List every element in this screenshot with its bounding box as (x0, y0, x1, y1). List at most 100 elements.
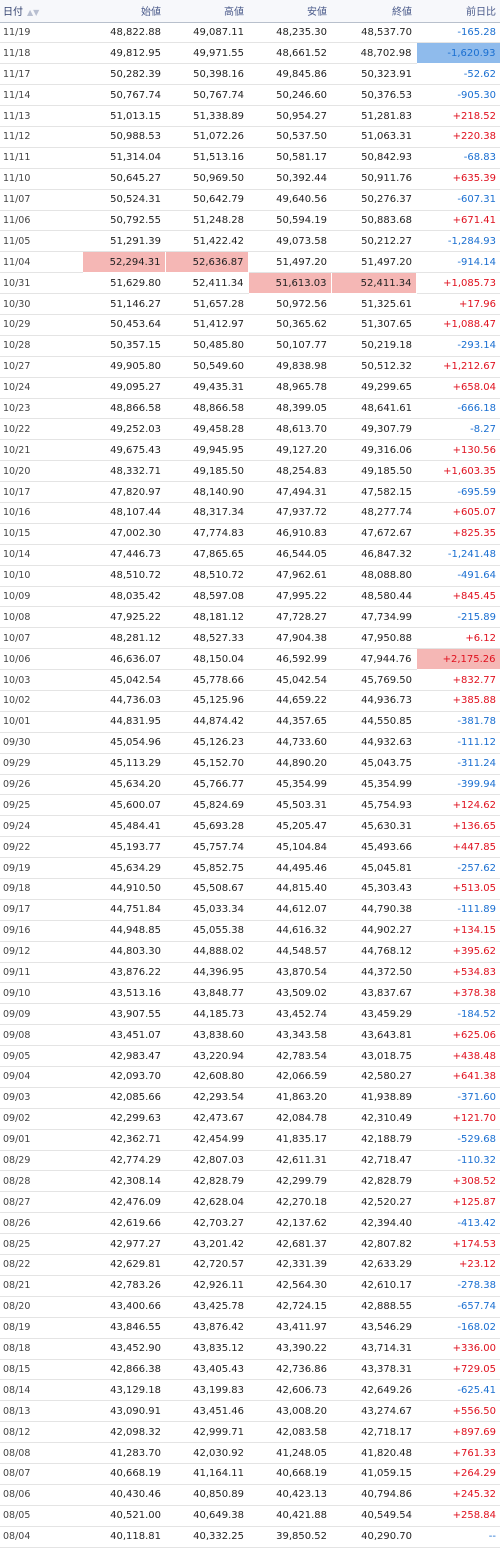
high-cell: 49,435.31 (165, 377, 248, 399)
low-cell: 42,084.78 (248, 1108, 331, 1130)
open-cell: 44,910.50 (82, 878, 165, 900)
open-cell: 42,098.32 (82, 1421, 165, 1444)
table-row: 08/04 40,118.81 40,332.25 39,850.52 40,290.7… (0, 1526, 500, 1548)
high-cell: 44,874.42 (165, 711, 248, 733)
high-cell: 50,485.80 (165, 335, 248, 357)
change-cell: -666.18 (416, 398, 500, 420)
close-cell: 49,185.50 (331, 460, 416, 483)
table-row: 10/20 48,332.71 49,185.50 48,254.83 49,185.5… (0, 460, 500, 483)
change-cell: -- (416, 1526, 500, 1548)
date-cell: 08/05 (0, 1505, 82, 1527)
change-cell: +447.85 (416, 836, 500, 859)
date-cell: 08/21 (0, 1275, 82, 1297)
table-row: 09/09 43,907.55 44,185.73 43,452.74 43,459.2… (0, 1003, 500, 1026)
date-cell: 11/14 (0, 84, 82, 107)
close-cell: 50,212.27 (331, 230, 416, 253)
table-row: 10/10 48,510.72 48,510.72 47,962.61 48,088.8… (0, 565, 500, 587)
open-cell: 45,634.29 (82, 857, 165, 880)
date-cell: 11/19 (0, 22, 82, 44)
change-cell: -529.68 (416, 1129, 500, 1151)
date-cell: 10/27 (0, 356, 82, 378)
date-cell: 10/24 (0, 377, 82, 399)
date-cell: 10/09 (0, 586, 82, 608)
change-cell: +385.88 (416, 690, 500, 712)
close-cell: 42,807.82 (331, 1233, 416, 1256)
table-row: 08/07 40,668.19 41,164.11 40,668.19 41,059.1… (0, 1463, 500, 1485)
low-cell: 49,838.98 (248, 356, 331, 378)
low-cell: 50,537.50 (248, 126, 331, 148)
high-cell: 43,876.42 (165, 1317, 248, 1339)
change-cell: +556.50 (416, 1400, 500, 1423)
change-cell: -607.31 (416, 189, 500, 211)
change-cell: -257.62 (416, 857, 500, 880)
low-cell: 44,616.32 (248, 920, 331, 942)
close-cell: 42,310.49 (331, 1108, 416, 1130)
sort-arrows-icon[interactable]: ▲▼ (27, 8, 39, 17)
table-row: 08/27 42,476.09 42,628.04 42,270.18 42,520.2… (0, 1191, 500, 1214)
high-cell: 43,405.43 (165, 1359, 248, 1381)
open-cell: 46,636.07 (82, 648, 165, 671)
high-cell: 48,317.34 (165, 502, 248, 524)
low-cell: 50,246.60 (248, 84, 331, 107)
open-cell: 41,283.70 (82, 1442, 165, 1464)
change-cell: +1,085.73 (416, 272, 500, 295)
low-cell: 49,073.58 (248, 230, 331, 253)
high-cell: 48,181.12 (165, 606, 248, 629)
open-cell: 45,484.41 (82, 815, 165, 838)
open-cell: 48,866.58 (82, 398, 165, 420)
close-cell: 40,290.70 (331, 1526, 416, 1548)
open-cell: 40,668.19 (82, 1463, 165, 1485)
low-cell: 44,733.60 (248, 732, 331, 754)
low-cell: 42,606.73 (248, 1379, 331, 1402)
date-cell: 10/30 (0, 293, 82, 315)
high-cell: 44,396.95 (165, 962, 248, 984)
high-cell: 42,807.03 (165, 1150, 248, 1172)
change-cell: +218.52 (416, 105, 500, 127)
low-cell: 43,870.54 (248, 962, 331, 984)
high-cell: 48,510.72 (165, 565, 248, 587)
date-column-header[interactable]: 日付 ▲▼ (0, 0, 82, 23)
open-cell: 48,281.12 (82, 627, 165, 650)
high-cell: 48,150.04 (165, 648, 248, 671)
close-cell: 43,459.29 (331, 1003, 416, 1026)
open-cell: 43,452.90 (82, 1338, 165, 1360)
low-cell: 51,613.03 (247, 272, 332, 295)
low-cell: 43,343.58 (248, 1024, 331, 1047)
date-cell: 08/12 (0, 1421, 82, 1444)
date-cell: 11/18 (0, 42, 82, 65)
open-cell: 50,357.15 (82, 335, 165, 357)
table-row: 08/13 43,090.91 43,451.46 43,008.20 43,274.6… (0, 1400, 500, 1423)
change-cell: -111.12 (416, 732, 500, 754)
date-cell: 10/17 (0, 481, 82, 503)
close-cell: 49,299.65 (331, 377, 416, 399)
open-cell: 42,783.26 (82, 1275, 165, 1297)
open-cell: 47,446.73 (82, 544, 165, 566)
close-cell: 42,828.79 (331, 1170, 416, 1193)
low-cell: 51,497.20 (248, 251, 331, 274)
close-cell: 45,769.50 (331, 669, 416, 691)
open-cell: 48,332.71 (82, 460, 165, 483)
low-cell: 39,850.52 (248, 1526, 331, 1548)
close-cell: 45,045.81 (331, 857, 416, 880)
open-cell: 40,521.00 (82, 1505, 165, 1527)
high-cell: 45,055.38 (165, 920, 248, 942)
open-cell: 51,629.80 (82, 272, 165, 295)
date-cell: 09/08 (0, 1024, 82, 1047)
date-cell: 08/29 (0, 1150, 82, 1172)
low-cell: 46,592.99 (248, 648, 331, 671)
high-cell: 45,508.67 (165, 878, 248, 900)
open-cell: 42,476.09 (82, 1191, 165, 1214)
table-row: 10/27 49,905.80 50,549.60 49,838.98 50,512.3… (0, 356, 500, 378)
low-cell: 42,137.62 (248, 1212, 331, 1235)
low-cell: 40,421.88 (248, 1505, 331, 1527)
change-cell: -1,241.48 (416, 544, 500, 566)
change-cell: +336.00 (416, 1338, 500, 1360)
close-cell: 43,643.81 (331, 1024, 416, 1047)
date-cell: 08/25 (0, 1233, 82, 1256)
low-cell: 49,845.86 (248, 63, 331, 86)
low-cell: 43,008.20 (248, 1400, 331, 1423)
change-cell: -111.89 (416, 899, 500, 921)
low-cell: 50,581.17 (248, 147, 331, 169)
close-cell: 49,307.79 (331, 418, 416, 441)
change-cell: +729.05 (416, 1359, 500, 1381)
